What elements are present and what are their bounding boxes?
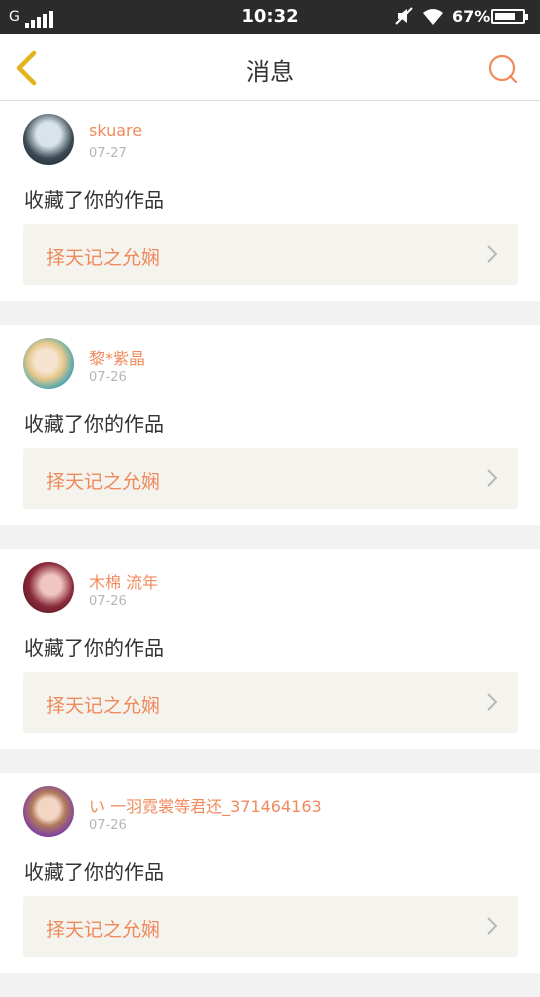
- avatar[interactable]: [23, 338, 74, 389]
- work-link[interactable]: 择天记之允娴: [23, 672, 518, 733]
- chevron-right-icon: [487, 693, 498, 711]
- search-button[interactable]: [486, 52, 520, 86]
- wifi-icon: [423, 9, 443, 25]
- message-action: 收藏了你的作品: [24, 860, 164, 884]
- username[interactable]: skuare: [89, 121, 142, 140]
- work-title: 择天记之允娴: [46, 919, 161, 941]
- work-link[interactable]: 择天记之允娴: [23, 224, 518, 285]
- chevron-right-icon: [487, 245, 498, 263]
- message-item: 木棉 流年 07-26 收藏了你的作品 择天记之允娴: [0, 549, 540, 749]
- work-link[interactable]: 择天记之允娴: [23, 448, 518, 509]
- work-title: 择天记之允娴: [46, 695, 161, 717]
- status-bar: G 10:32 67%: [0, 0, 540, 34]
- battery-level: 67%: [452, 7, 491, 26]
- work-title: 择天记之允娴: [46, 471, 161, 493]
- message-date: 07-27: [89, 146, 127, 161]
- message-action: 收藏了你的作品: [24, 412, 164, 436]
- top-bar: 消息: [0, 34, 540, 101]
- message-item: 黎*紫晶 07-26 收藏了你的作品 择天记之允娴: [0, 325, 540, 525]
- message-date: 07-26: [89, 370, 127, 385]
- avatar[interactable]: [23, 786, 74, 837]
- chevron-right-icon: [487, 917, 498, 935]
- message-item: skuare 07-27 收藏了你的作品 择天记之允娴: [0, 101, 540, 301]
- message-item: い 一羽霓裳等君还_371464163 07-26 收藏了你的作品 择天记之允娴: [0, 773, 540, 973]
- message-action: 收藏了你的作品: [24, 188, 164, 212]
- username[interactable]: い 一羽霓裳等君还_371464163: [89, 793, 322, 817]
- battery-icon: [491, 9, 528, 24]
- avatar[interactable]: [23, 114, 74, 165]
- message-date: 07-26: [89, 594, 127, 609]
- avatar[interactable]: [23, 562, 74, 613]
- username[interactable]: 黎*紫晶: [89, 345, 145, 369]
- work-title: 择天记之允娴: [46, 247, 161, 269]
- page-title: 消息: [246, 58, 294, 86]
- username[interactable]: 木棉 流年: [89, 569, 158, 593]
- chevron-right-icon: [487, 469, 498, 487]
- message-list: skuare 07-27 收藏了你的作品 择天记之允娴 黎*紫晶 07-26 收…: [0, 101, 540, 997]
- message-action: 收藏了你的作品: [24, 636, 164, 660]
- work-link[interactable]: 择天记之允娴: [23, 896, 518, 957]
- message-date: 07-26: [89, 818, 127, 833]
- mute-icon: [395, 7, 413, 25]
- search-icon: [488, 54, 518, 84]
